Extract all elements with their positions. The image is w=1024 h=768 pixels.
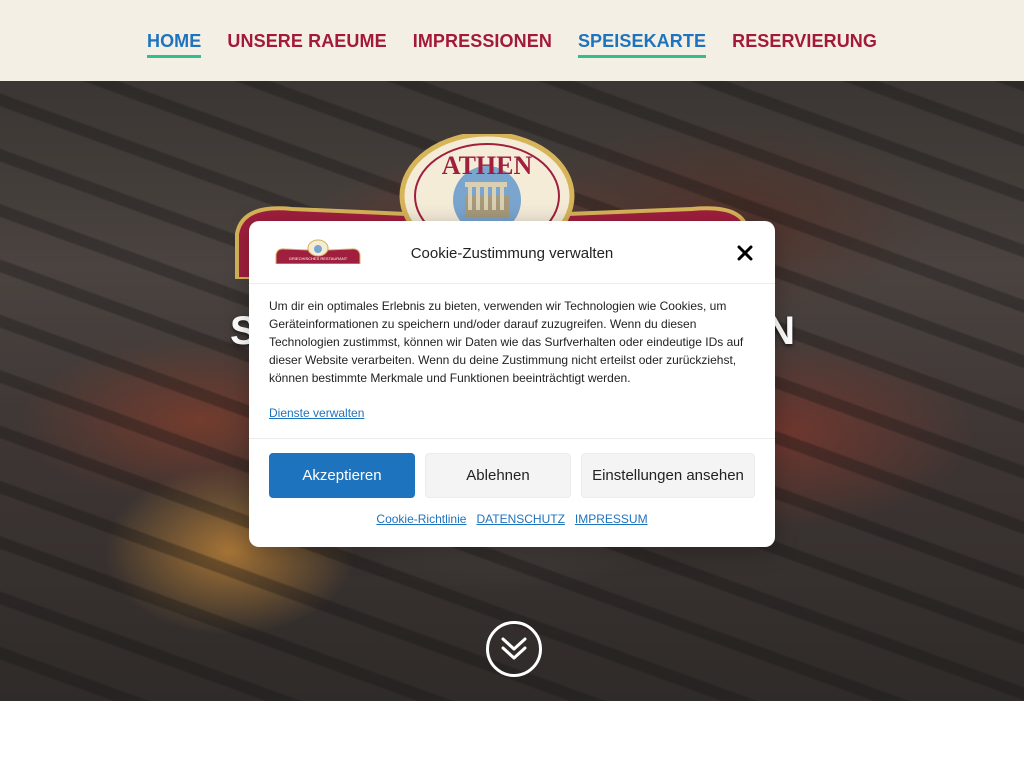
cookie-dialog-header: GRIECHISCHES RESTAURANT Cookie-Zustimmun… bbox=[249, 221, 775, 284]
cookie-dialog-message: Um dir ein optimales Erlebnis zu bieten,… bbox=[269, 299, 744, 385]
accept-button[interactable]: Akzeptieren bbox=[269, 453, 415, 498]
view-preferences-button[interactable]: Einstellungen ansehen bbox=[581, 453, 755, 498]
manage-services-link[interactable]: Dienste verwalten bbox=[269, 406, 364, 420]
cookie-consent-dialog: GRIECHISCHES RESTAURANT Cookie-Zustimmun… bbox=[249, 221, 775, 547]
chevron-double-down-icon bbox=[501, 637, 527, 660]
imprint-link[interactable]: IMPRESSUM bbox=[575, 512, 648, 526]
close-icon[interactable] bbox=[737, 245, 753, 261]
privacy-link[interactable]: DATENSCHUTZ bbox=[476, 512, 564, 526]
cookie-dialog-links: Cookie-Richtlinie DATENSCHUTZ IMPRESSUM bbox=[249, 512, 775, 526]
main-menu: HOME UNSERE RAEUME IMPRESSIONEN SPEISEKA… bbox=[0, 31, 1024, 58]
nav-item-unsere-raeume[interactable]: UNSERE RAEUME bbox=[227, 31, 386, 58]
nav-item-impressionen[interactable]: IMPRESSIONEN bbox=[413, 31, 552, 58]
cookie-dialog-title: Cookie-Zustimmung verwalten bbox=[410, 245, 614, 262]
scroll-down-button[interactable] bbox=[486, 621, 542, 677]
divider bbox=[249, 438, 775, 439]
cookie-policy-link[interactable]: Cookie-Richtlinie bbox=[376, 512, 466, 526]
nav-item-home[interactable]: HOME bbox=[146, 31, 202, 58]
top-navigation: HOME UNSERE RAEUME IMPRESSIONEN SPEISEKA… bbox=[0, 0, 1024, 81]
logo-text: ATHEN bbox=[442, 151, 533, 180]
deny-button[interactable]: Ablehnen bbox=[425, 453, 571, 498]
nav-item-speisekarte[interactable]: SPEISEKARTE bbox=[577, 31, 707, 58]
nav-item-reservierung[interactable]: RESERVIERUNG bbox=[732, 31, 877, 58]
content-area bbox=[0, 701, 1024, 768]
